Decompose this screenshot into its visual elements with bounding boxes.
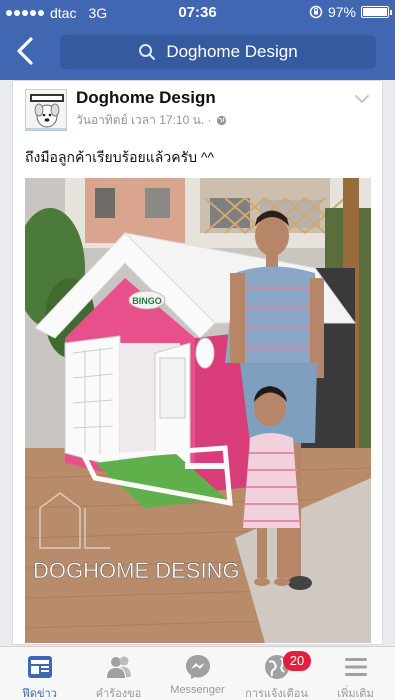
tab-messenger[interactable]: Messenger <box>158 647 237 700</box>
friend-requests-icon <box>107 656 131 678</box>
post-timestamp: วันอาทิตย์ เวลา 17:10 น. · <box>76 113 212 127</box>
tab-label: Messenger <box>170 684 225 696</box>
dog-logo-icon <box>26 90 66 130</box>
chevron-down-icon[interactable] <box>354 93 370 105</box>
notification-badge: 20 <box>283 651 311 671</box>
post-meta: วันอาทิตย์ เวลา 17:10 น. · <box>76 111 227 130</box>
status-right: 97% <box>309 4 392 20</box>
tab-more[interactable]: เพิ่มเติม <box>316 647 395 700</box>
search-bar[interactable]: Doghome Design <box>60 35 376 69</box>
search-icon <box>139 44 156 60</box>
post-author[interactable]: Doghome Design <box>76 88 216 108</box>
battery-percent: 97% <box>327 4 356 20</box>
tab-notifications[interactable]: 20 การแจ้งเตือน <box>237 647 316 700</box>
page-avatar[interactable] <box>25 89 67 131</box>
tab-label: ฟีดข่าว <box>22 688 57 700</box>
status-bar: dtac 3G 07:36 97% <box>0 0 395 26</box>
top-bar: dtac 3G 07:36 97% Doghome Design <box>0 0 395 80</box>
tab-label: การแจ้งเตือน <box>245 688 308 700</box>
globe-privacy-icon <box>217 115 227 126</box>
tab-news-feed[interactable]: ฟีดข่าว <box>0 647 79 700</box>
messenger-icon <box>186 655 210 679</box>
bottom-tab-bar: ฟีดข่าว คำร้องขอ Messenger 20 การแจ้งเตื… <box>0 646 395 700</box>
battery-icon <box>361 6 392 18</box>
post-caption: ถึงมือลูกค้าเรียบร้อยแล้วครับ ^^ <box>25 149 215 165</box>
rotation-lock-icon <box>309 5 323 19</box>
doghouse-photo: BINGO DOGHOME DESING <box>25 178 371 643</box>
post-card: Doghome Design วันอาทิตย์ เวลา 17:10 น. … <box>12 80 383 645</box>
search-query: Doghome Design <box>166 42 298 61</box>
back-arrow-icon[interactable] <box>12 36 38 66</box>
tab-friend-requests[interactable]: คำร้องขอ <box>79 647 158 700</box>
doghouse-sign: BINGO <box>132 296 162 306</box>
post-photo[interactable]: BINGO DOGHOME DESING <box>25 178 371 643</box>
photo-watermark: DOGHOME DESING <box>33 558 240 583</box>
more-menu-icon <box>345 658 367 676</box>
tab-label: เพิ่มเติม <box>337 688 374 700</box>
tab-label: คำร้องขอ <box>95 688 142 700</box>
news-feed-icon <box>28 656 52 678</box>
